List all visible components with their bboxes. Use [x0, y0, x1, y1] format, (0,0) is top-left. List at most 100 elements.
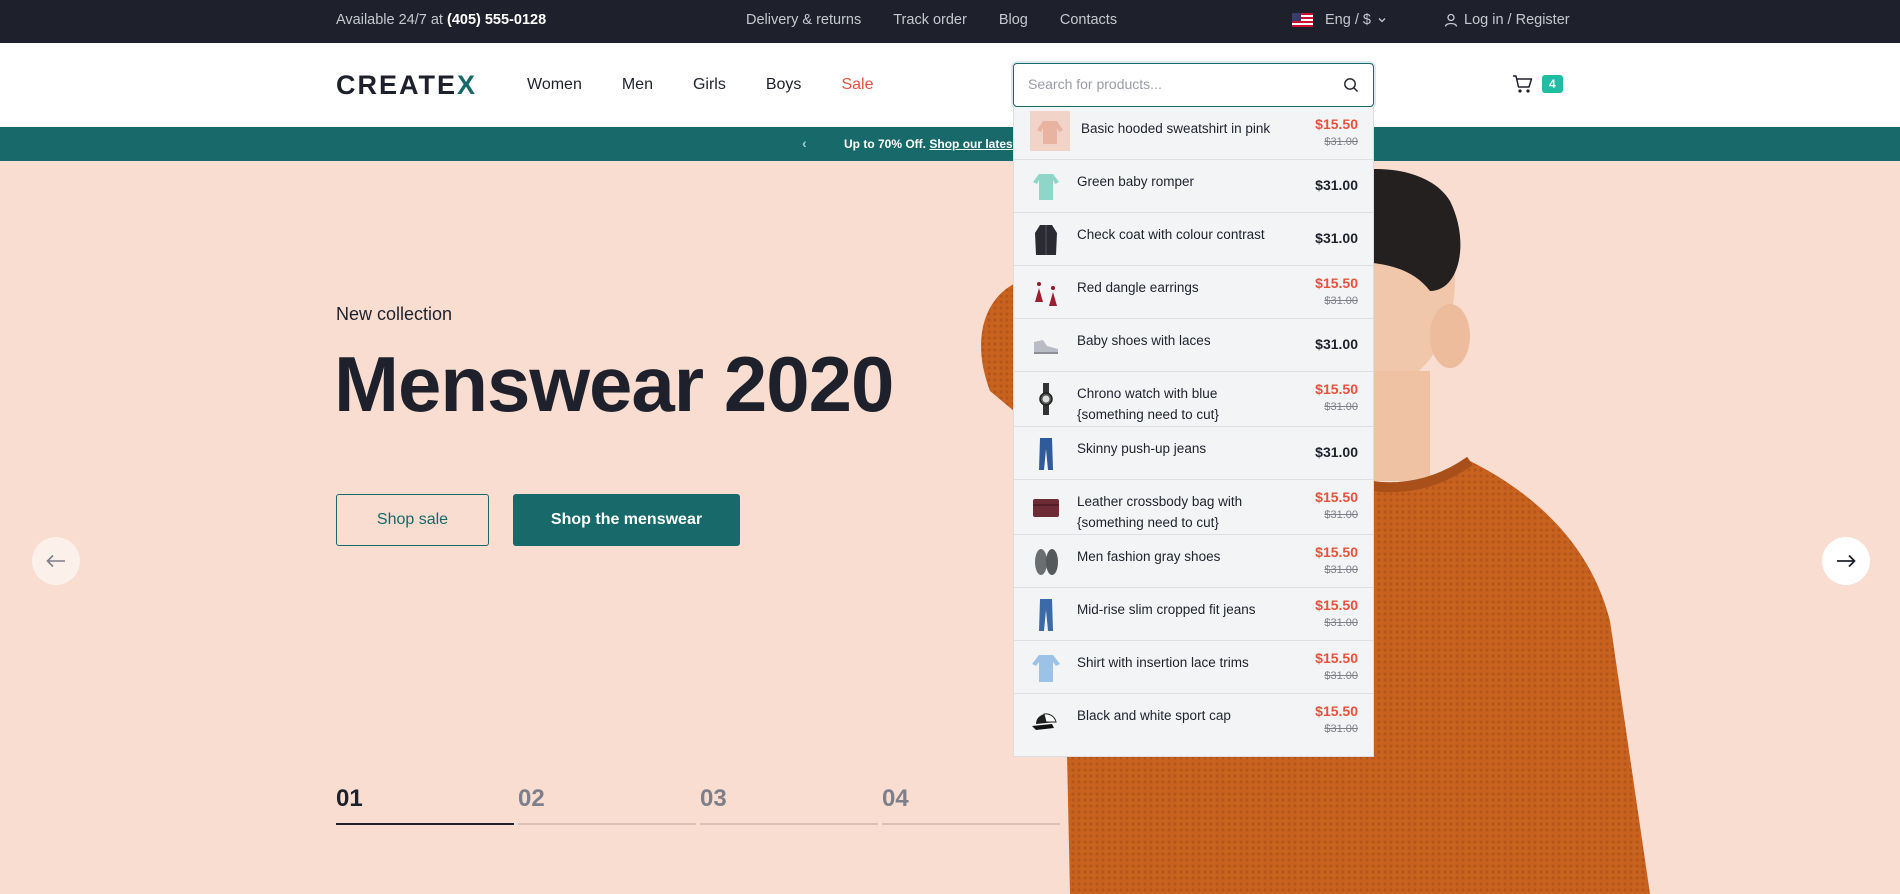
jeans-icon	[1028, 596, 1064, 634]
logo-text: CREATE	[336, 70, 458, 100]
main-header: CREATEX Women Men Girls Boys Sale 4	[0, 43, 1900, 127]
nav-men[interactable]: Men	[622, 76, 653, 94]
result-name: Chrono watch with blue {something need t…	[1077, 386, 1219, 422]
search-result-item[interactable]: Leather crossbody bag with {something ne…	[1014, 480, 1373, 535]
search-result-item[interactable]: Basic hooded sweatshirt in pink $15.50 $3…	[1014, 107, 1373, 160]
baby-shoes-icon	[1028, 327, 1064, 365]
result-price: $31.00	[1315, 177, 1358, 193]
slide-tab-4[interactable]: 04	[882, 785, 1060, 825]
cart-count-badge: 4	[1542, 75, 1563, 93]
language-selector[interactable]: Eng / $	[1292, 12, 1387, 28]
phone-number[interactable]: (405) 555-0128	[447, 12, 546, 28]
result-price: $15.50 $31.00	[1315, 703, 1358, 735]
promo-link[interactable]: Shop our latest sale styles	[929, 137, 1014, 151]
jeans-icon	[1028, 435, 1064, 473]
logo[interactable]: CREATEX	[336, 70, 477, 101]
top-links: Delivery & returns Track order Blog Cont…	[746, 12, 1117, 28]
hero-title: Menswear 2020	[334, 340, 894, 428]
arrow-right-icon	[1837, 554, 1856, 568]
language-label: Eng / $	[1325, 12, 1371, 28]
search-box	[1013, 63, 1374, 107]
sweatshirt-icon	[1030, 111, 1070, 151]
result-name: Baby shoes with laces	[1077, 333, 1211, 348]
link-blog[interactable]: Blog	[999, 12, 1028, 28]
cart-icon	[1513, 75, 1533, 93]
promo-prev-arrow-icon[interactable]: ‹	[802, 135, 807, 151]
slide-tab-2[interactable]: 02	[518, 785, 696, 825]
bag-icon	[1028, 488, 1064, 526]
main-nav: Women Men Girls Boys Sale	[527, 76, 873, 94]
result-price: $31.00	[1315, 230, 1358, 246]
slide-tab-3[interactable]: 03	[700, 785, 878, 825]
link-track-order[interactable]: Track order	[893, 12, 967, 28]
search-result-item[interactable]: Shirt with insertion lace trims $15.50 $3…	[1014, 641, 1373, 694]
search-result-item[interactable]: Skinny push-up jeans $31.00	[1014, 427, 1373, 480]
shoes-icon	[1028, 543, 1064, 581]
us-flag-icon	[1292, 13, 1313, 27]
result-price: $15.50 $31.00	[1315, 381, 1358, 413]
user-icon	[1444, 13, 1458, 27]
search-result-item[interactable]: Men fashion gray shoes $15.50 $31.00	[1014, 535, 1373, 588]
search-result-item[interactable]: Mid-rise slim cropped fit jeans $15.50 $3…	[1014, 588, 1373, 641]
result-price: $15.50 $31.00	[1315, 275, 1358, 307]
chevron-down-icon	[1378, 18, 1386, 23]
result-price: $15.50 $31.00	[1315, 116, 1358, 148]
search-result-item[interactable]: Green baby romper $31.00	[1014, 160, 1373, 213]
slider-next-button[interactable]	[1822, 537, 1870, 585]
earrings-icon	[1028, 274, 1064, 312]
logo-accent: X	[457, 70, 478, 100]
nav-women[interactable]: Women	[527, 76, 582, 94]
slide-tab-1[interactable]: 01	[336, 785, 514, 825]
watch-icon	[1028, 380, 1064, 418]
romper-icon	[1028, 168, 1064, 206]
result-price: $31.00	[1315, 444, 1358, 460]
cart-button[interactable]: 4	[1512, 74, 1563, 94]
availability-label: Available 24/7 at	[336, 12, 447, 28]
nav-sale[interactable]: Sale	[841, 76, 873, 94]
search-result-item[interactable]: Red dangle earrings $15.50 $31.00	[1014, 266, 1373, 319]
shirt-icon	[1028, 649, 1064, 687]
search-result-item[interactable]: Check coat with colour contrast $31.00	[1014, 213, 1373, 266]
result-price: $15.50 $31.00	[1315, 650, 1358, 682]
nav-boys[interactable]: Boys	[766, 76, 802, 94]
search-icon[interactable]	[1343, 77, 1359, 93]
link-contacts[interactable]: Contacts	[1060, 12, 1117, 28]
login-register-link[interactable]: Log in / Register	[1444, 12, 1570, 28]
slider-pagination: 01 02 03 04	[336, 785, 1060, 825]
shop-sale-button[interactable]: Shop sale	[336, 494, 489, 546]
result-name: Men fashion gray shoes	[1077, 549, 1221, 564]
result-price: $15.50 $31.00	[1315, 544, 1358, 576]
top-bar: Available 24/7 at (405) 555-0128 Deliver…	[0, 0, 1900, 43]
result-name: Green baby romper	[1077, 174, 1195, 189]
result-name: Check coat with colour contrast	[1077, 227, 1265, 242]
search-result-item[interactable]: Black and white sport cap $15.50 $31.00	[1014, 694, 1373, 747]
hero-subtitle: New collection	[336, 304, 453, 324]
result-name: Basic hooded sweatshirt in pink	[1081, 121, 1271, 136]
result-price: $15.50 $31.00	[1315, 489, 1358, 521]
arrow-left-icon	[46, 554, 65, 568]
result-price: $15.50 $31.00	[1315, 597, 1358, 629]
result-name: Skinny push-up jeans	[1077, 441, 1207, 456]
coat-icon	[1028, 221, 1064, 259]
hero-slider: New collection Menswear 2020 Shop sale S…	[0, 161, 1900, 894]
promo-prefix: Up to 70% Off.	[844, 137, 927, 151]
promo-banner: ‹ Up to 70% Off. Shop our latest sale st…	[0, 127, 1900, 161]
result-name: Black and white sport cap	[1077, 708, 1231, 723]
availability: Available 24/7 at (405) 555-0128	[336, 12, 546, 28]
shop-menswear-button[interactable]: Shop the menswear	[513, 494, 740, 546]
slider-prev-button[interactable]	[32, 537, 80, 585]
result-name: Red dangle earrings	[1077, 280, 1199, 295]
link-delivery-returns[interactable]: Delivery & returns	[746, 12, 861, 28]
result-name: Shirt with insertion lace trims	[1077, 655, 1249, 670]
search-result-item[interactable]: Baby shoes with laces $31.00	[1014, 319, 1373, 372]
result-name: Mid-rise slim cropped fit jeans	[1077, 602, 1256, 617]
result-price: $31.00	[1315, 336, 1358, 352]
result-name: Leather crossbody bag with {something ne…	[1077, 494, 1243, 530]
login-label: Log in / Register	[1464, 12, 1570, 28]
search-result-item[interactable]: Chrono watch with blue {something need t…	[1014, 372, 1373, 427]
search-results-dropdown: Basic hooded sweatshirt in pink $15.50 $3…	[1013, 107, 1374, 757]
cap-icon	[1028, 702, 1064, 740]
promo-text: Up to 70% Off. Shop our latest sale styl…	[844, 137, 1014, 151]
nav-girls[interactable]: Girls	[693, 76, 726, 94]
search-input[interactable]	[1028, 64, 1328, 104]
